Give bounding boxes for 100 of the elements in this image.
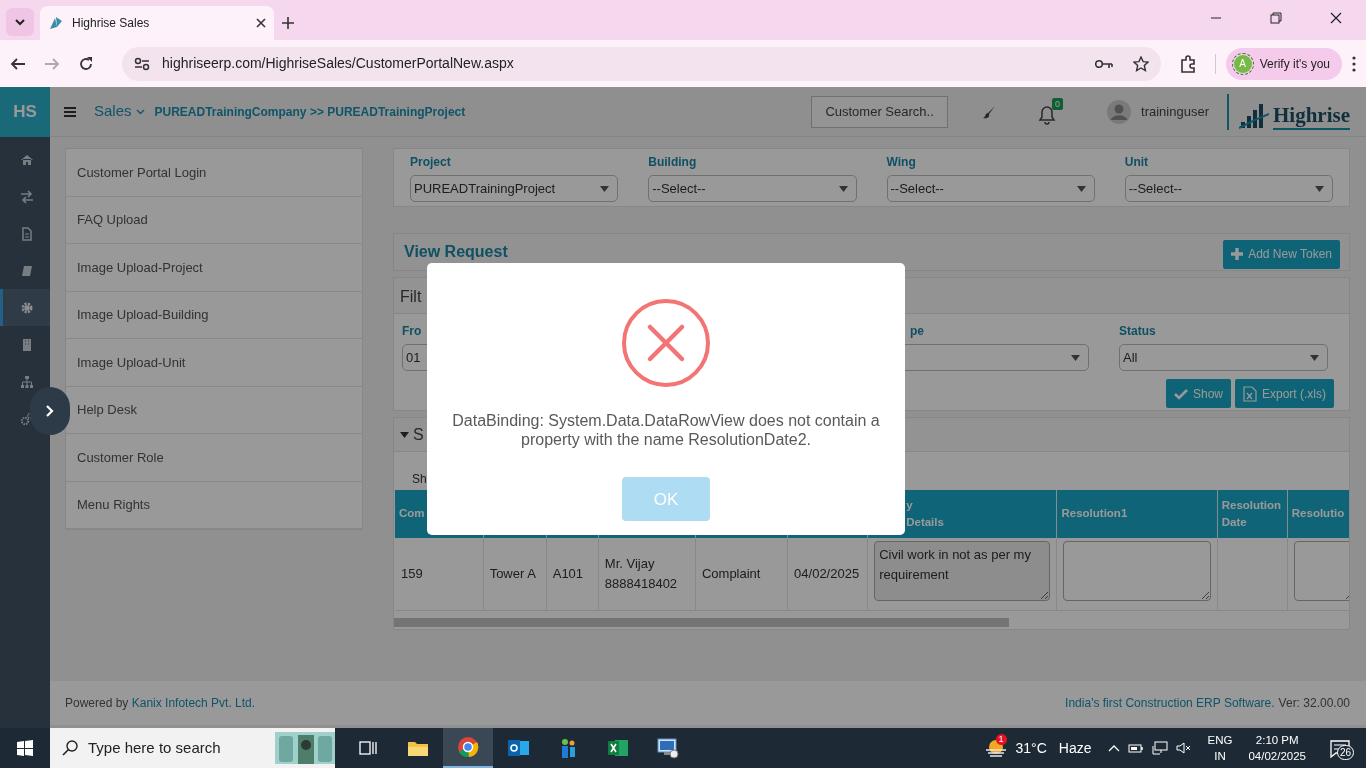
notification-center-button[interactable]: 26	[1330, 738, 1350, 758]
task-view-icon[interactable]	[359, 740, 377, 756]
windows-icon[interactable]	[17, 740, 33, 756]
arrows-icon	[19, 189, 34, 204]
dropdown-arrow-icon	[1076, 185, 1086, 192]
table-cell: Mr. Vijay 8888418402	[604, 556, 678, 591]
dropdown-arrow-icon	[1071, 354, 1080, 361]
user-name: traininguser	[1141, 102, 1209, 121]
footer-credit: Powered by Kanix Infotech Pvt. Ltd.	[65, 695, 256, 712]
browser-tab[interactable]: Highrise Sales	[40, 6, 274, 40]
settings-icon	[19, 300, 34, 315]
sidebar-item[interactable]	[0, 289, 50, 326]
language-indicator[interactable]: ENG IN	[1207, 731, 1233, 765]
column-header: Resolution Date	[1221, 497, 1282, 530]
error-message: DataBinding: System.Data.DataRowView does not contain a property with the name ResolutionDate2.	[451, 411, 881, 450]
profile-button[interactable]: A Verify it's you	[1225, 47, 1342, 80]
tab-list-button[interactable]	[6, 8, 34, 36]
check-icon	[1173, 387, 1188, 400]
entries-label: Sh	[412, 472, 427, 486]
column-header: Resolutio	[1291, 506, 1345, 522]
panel-title: Filt	[400, 288, 422, 305]
extensions-icon[interactable]	[1178, 55, 1197, 74]
logo-icon	[48, 15, 64, 31]
dropdown[interactable]: PUREADTrainingProject	[410, 175, 619, 202]
field-label: Wing	[886, 154, 917, 171]
tab-title: Highrise Sales	[72, 15, 151, 32]
menu-item[interactable]: Image Upload-Unit	[66, 339, 362, 387]
close-icon[interactable]	[1330, 12, 1342, 24]
collapse-toggle[interactable]	[400, 431, 409, 438]
field-label: Status	[1119, 323, 1157, 340]
avatar-icon	[1107, 99, 1132, 124]
battery-icon[interactable]	[1127, 742, 1144, 754]
version-label: Ver: 32.00.00	[1278, 695, 1350, 712]
folder-icon[interactable]	[407, 739, 429, 757]
notification-count: 26	[1337, 745, 1355, 761]
column-header: Resolution1	[1061, 506, 1128, 522]
menu-item[interactable]: FAQ Upload	[66, 196, 362, 244]
expand-handle[interactable]	[30, 387, 70, 435]
field-label: Unit	[1124, 154, 1150, 171]
field-label: Fro	[402, 323, 423, 340]
search-icon	[62, 740, 78, 756]
browser-icon[interactable]	[457, 736, 479, 758]
module-dropdown[interactable]: Sales	[94, 100, 145, 123]
menu-icon[interactable]	[64, 106, 76, 117]
customer-search-button[interactable]: Customer Search..	[811, 95, 949, 128]
chevron-up-icon[interactable]	[1107, 744, 1120, 752]
bell-icon	[1038, 105, 1057, 126]
restore-icon[interactable]	[1270, 12, 1282, 24]
hierarchy-icon	[19, 374, 34, 389]
mail-app-icon[interactable]	[507, 738, 529, 758]
menu-item[interactable]: Customer Portal Login	[66, 149, 362, 197]
menu-item[interactable]: Customer Role	[66, 434, 362, 482]
tagline: India's first Construction ERP Software.	[1065, 695, 1275, 712]
column-header: Com	[399, 506, 425, 522]
network-icon[interactable]	[1151, 741, 1168, 755]
table-cell: 159	[401, 566, 423, 581]
menu-item[interactable]: Menu Rights	[66, 481, 362, 529]
spreadsheet-app-icon[interactable]	[607, 738, 629, 758]
site-settings-icon[interactable]	[134, 56, 150, 71]
muted-speaker-icon[interactable]	[1175, 741, 1192, 755]
notification-bell[interactable]: 0	[1038, 97, 1066, 126]
horizontal-scrollbar[interactable]	[394, 617, 1009, 627]
brand-logo: Highrise	[1239, 93, 1366, 130]
menu-item[interactable]: Help Desk	[66, 386, 362, 434]
table-cell: Complaint	[701, 566, 761, 581]
menu-item[interactable]: Image Upload-Building	[66, 291, 362, 339]
table-cell: A101	[552, 566, 584, 581]
dropdown[interactable]: --Select--	[886, 175, 1095, 202]
field-label: pe	[909, 323, 925, 340]
new-tab-icon[interactable]	[282, 17, 294, 30]
home-icon	[19, 152, 34, 167]
notification-count: 0	[1052, 97, 1064, 110]
reload-icon[interactable]	[78, 55, 94, 72]
plus-icon	[1231, 248, 1244, 260]
remote-desktop-icon[interactable]	[656, 737, 680, 759]
search-highlight-drawing	[275, 732, 335, 764]
caret-down-icon	[400, 431, 409, 438]
chevron-down-icon	[15, 18, 25, 26]
table-cell: 04/02/2025	[794, 566, 860, 581]
app-logo: HS	[0, 87, 50, 137]
taskbar-search-field[interactable]: Type here to search	[50, 728, 335, 768]
address-bar[interactable]: highriseerp.com/HighriseSales/CustomerPortalNew.aspx	[122, 46, 1161, 81]
section-title: View Request	[404, 242, 508, 262]
dropdown-arrow-icon	[1310, 354, 1319, 361]
field-label: Project	[410, 154, 452, 171]
chevron-down-icon	[135, 108, 145, 115]
error-icon	[622, 299, 710, 387]
chevron-right-icon	[46, 405, 54, 417]
close-icon[interactable]	[256, 18, 266, 28]
star-icon[interactable]	[1132, 56, 1149, 73]
dropdown[interactable]: --Select--	[1124, 175, 1333, 202]
clock[interactable]: 2:10 PM 04/02/2025	[1248, 731, 1306, 765]
menu-item[interactable]: Image Upload-Project	[66, 244, 362, 292]
company-link[interactable]: Kanix Infotech Pvt. Ltd.	[131, 696, 256, 710]
dropdown[interactable]: All	[1119, 344, 1328, 371]
breadcrumb: PUREADTrainingCompany >> PUREADTrainingProject	[154, 103, 466, 121]
back-icon[interactable]	[10, 55, 26, 72]
dropdown[interactable]: --Select--	[648, 175, 857, 202]
more-icon[interactable]	[1352, 55, 1356, 72]
key-icon[interactable]	[1094, 58, 1113, 69]
